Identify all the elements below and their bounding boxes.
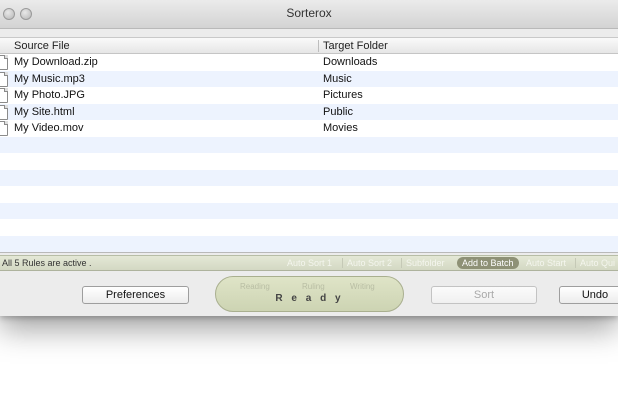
source-file-cell: My Download.zip — [14, 56, 98, 68]
progress-indicator: Reading Ruling Writing R e a d y — [215, 276, 404, 312]
source-file-cell: My Video.mov — [14, 122, 84, 134]
column-header-target[interactable]: Target Folder — [323, 38, 388, 54]
empty-row — [0, 153, 618, 170]
empty-row — [0, 186, 618, 203]
target-folder-cell: Public — [323, 105, 353, 118]
file-icon — [0, 55, 8, 70]
undo-button[interactable]: Undo — [559, 286, 618, 304]
table-row[interactable]: My Music.mp3 Music — [0, 70, 618, 87]
file-icon — [0, 88, 8, 103]
target-folder-cell: Pictures — [323, 89, 363, 101]
option-auto-sort-2[interactable]: Auto Sort 2 — [347, 257, 392, 269]
window-title: Sorterox — [286, 6, 332, 20]
source-file-cell: My Site.html — [14, 105, 75, 118]
table-row[interactable]: My Download.zip Downloads — [0, 54, 618, 71]
option-subfolder[interactable]: Subfolder — [406, 257, 445, 269]
file-icon — [0, 71, 8, 87]
column-header-source[interactable]: Source File — [14, 38, 70, 54]
table-header: Source File Target Folder — [0, 38, 618, 54]
target-folder-cell: Movies — [323, 122, 358, 134]
option-separator — [342, 258, 343, 268]
source-file-cell: My Music.mp3 — [14, 72, 85, 85]
empty-row — [0, 169, 618, 186]
column-separator[interactable] — [318, 40, 319, 52]
preferences-button[interactable]: Preferences — [82, 286, 189, 304]
app-window: Sorterox Source File Target Folder My Do… — [0, 0, 618, 316]
title-bar: Sorterox — [0, 0, 618, 29]
empty-row — [0, 219, 618, 236]
table-row[interactable]: My Site.html Public — [0, 103, 618, 120]
file-icon — [0, 121, 8, 136]
target-folder-cell: Downloads — [323, 56, 378, 68]
stage-ruling: Ruling — [302, 282, 325, 291]
sort-button[interactable]: Sort — [431, 286, 537, 304]
rules-table[interactable]: Source File Target Folder My Download.zi… — [0, 37, 618, 253]
status-bar: All 5 Rules are active . Auto Sort 1 Aut… — [0, 255, 618, 271]
ready-status: R e a d y — [275, 293, 344, 304]
stage-writing: Writing — [350, 282, 375, 291]
target-folder-cell: Music — [323, 72, 352, 85]
option-auto-quit[interactable]: Auto Qui — [580, 257, 615, 269]
rules-status-text: All 5 Rules are active . — [2, 258, 92, 268]
table-row[interactable]: My Photo.JPG Pictures — [0, 87, 618, 104]
option-add-to-batch[interactable]: Add to Batch — [457, 257, 519, 269]
option-separator — [401, 258, 402, 268]
empty-row — [0, 136, 618, 153]
option-separator — [575, 258, 576, 268]
table-row[interactable]: My Video.mov Movies — [0, 120, 618, 137]
option-auto-start[interactable]: Auto Start — [526, 257, 566, 269]
empty-row — [0, 235, 618, 252]
source-file-cell: My Photo.JPG — [14, 89, 85, 101]
option-auto-sort-1[interactable]: Auto Sort 1 — [287, 257, 332, 269]
stage-reading: Reading — [240, 282, 270, 291]
file-icon — [0, 104, 8, 120]
empty-row — [0, 202, 618, 219]
